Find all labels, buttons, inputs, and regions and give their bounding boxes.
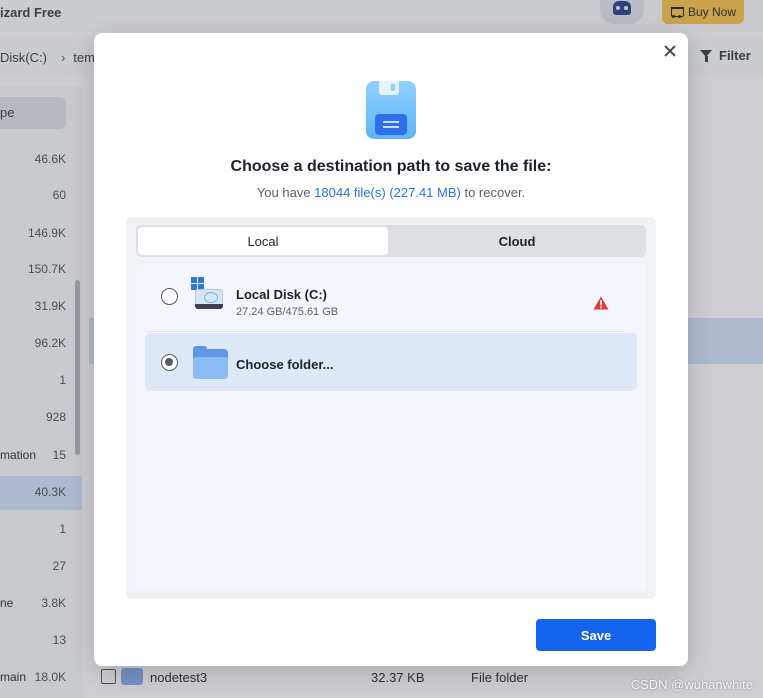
destination-choose-folder[interactable]: Choose folder... — [145, 333, 637, 391]
divider — [145, 331, 625, 332]
local-disk-capacity: 27.24 GB/475.61 GB — [236, 306, 339, 318]
destination-tabs: Local Cloud — [136, 225, 646, 257]
folder-icon — [193, 346, 228, 379]
dialog-subtitle: You have 18044 file(s) (227.41 MB) to re… — [94, 185, 688, 200]
warning-icon — [593, 296, 609, 310]
save-floppy-icon — [366, 81, 416, 139]
local-disk-name: Local Disk (C:) — [236, 287, 328, 302]
subtitle-suffix: to recover. — [460, 185, 526, 200]
windows-drive-icon — [191, 277, 225, 311]
dialog-title: Choose a destination path to save the fi… — [230, 158, 552, 175]
subtitle-prefix: You have — [256, 185, 315, 200]
tab-cloud[interactable]: Cloud — [390, 227, 644, 255]
destination-panel: Local Cloud Local Disk (C:) 27.24 GB/475… — [126, 217, 656, 599]
tab-local[interactable]: Local — [138, 227, 388, 255]
watermark: CSDN @wuhanwhite — [630, 677, 753, 692]
save-destination-dialog: Choose a destination path to save the fi… — [94, 33, 688, 666]
destination-local-disk[interactable]: Local Disk (C:) 27.24 GB/475.61 GB — [145, 267, 637, 325]
save-button[interactable]: Save — [536, 619, 656, 651]
choose-folder-label: Choose folder... — [236, 357, 334, 372]
destination-list: Local Disk (C:) 27.24 GB/475.61 GB Choos… — [136, 264, 646, 591]
local-disk-radio[interactable] — [161, 288, 178, 305]
recover-count: 18044 file(s) (227.41 MB) — [314, 185, 461, 200]
choose-folder-radio[interactable] — [161, 354, 178, 371]
close-icon[interactable] — [662, 43, 678, 59]
